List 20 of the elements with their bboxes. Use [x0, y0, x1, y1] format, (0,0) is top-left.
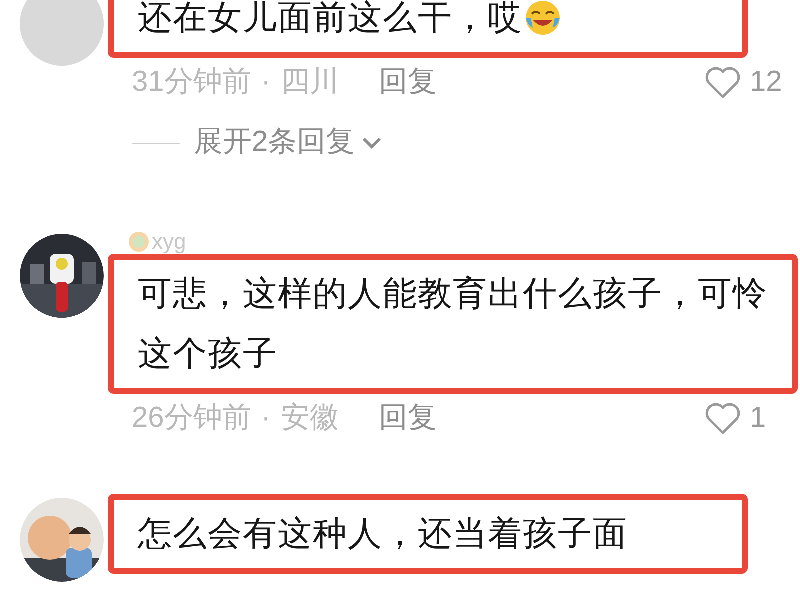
separator-dot: ·: [260, 401, 272, 436]
expand-replies-button[interactable]: 展开2条回复: [194, 121, 384, 165]
timestamp: 26分钟前: [132, 401, 252, 436]
location: 安徽: [280, 401, 339, 436]
avatar[interactable]: [20, 0, 104, 66]
heart-icon[interactable]: [704, 402, 742, 436]
divider: [132, 142, 180, 144]
comment-text: 还在女儿面前这么干，哎: [138, 0, 523, 39]
heart-icon[interactable]: [704, 66, 742, 100]
username[interactable]: xyg: [152, 231, 186, 253]
comment-text: 可悲，这样的人能教育出什么孩子，可怜这个孩子: [138, 274, 769, 375]
like-count: 12: [750, 65, 784, 100]
like-count: 1: [750, 401, 768, 436]
chevron-down-icon: [361, 136, 384, 150]
reply-button[interactable]: 回复: [378, 61, 437, 105]
timestamp: 31分钟前: [132, 65, 252, 100]
location: 四川: [280, 65, 339, 100]
comment-text: 怎么会有这种人，还当着孩子面: [138, 514, 628, 555]
separator-dot: ·: [260, 65, 272, 100]
reply-button[interactable]: 回复: [378, 397, 437, 441]
